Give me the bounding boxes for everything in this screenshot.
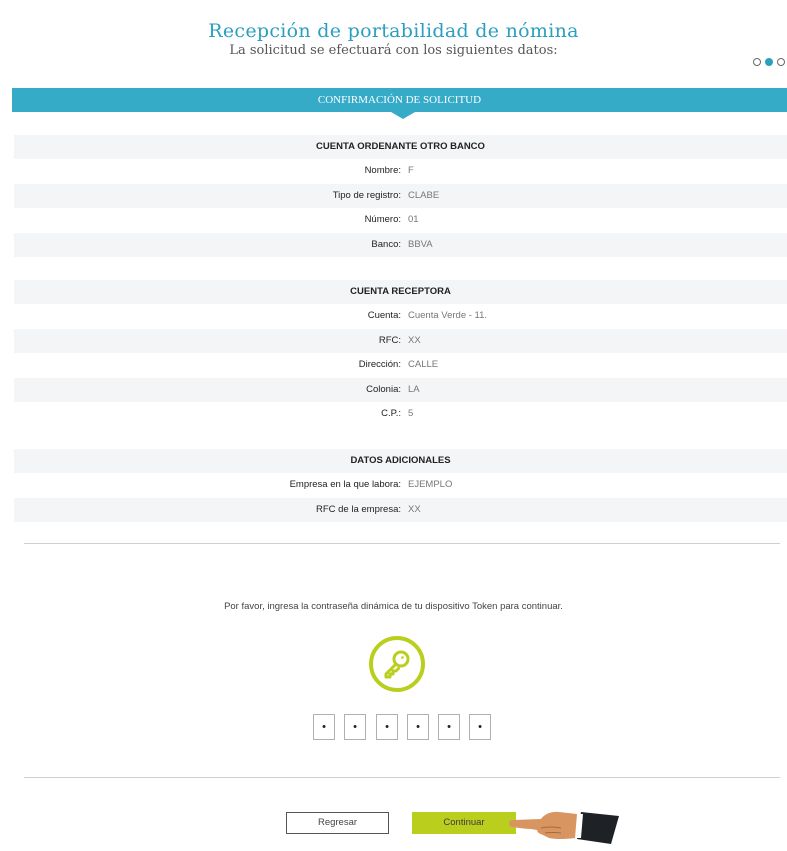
page-subtitle: La solicitud se efectuará con los siguie… (229, 43, 558, 58)
token-digit-5[interactable]: • (438, 714, 460, 740)
field-label: RFC: (378, 335, 401, 346)
field-value: BBVA (408, 239, 433, 250)
continue-button[interactable]: Continuar (412, 812, 516, 834)
field-row-cp: C.P.: 5 (14, 402, 787, 426)
field-value: LA (408, 384, 420, 395)
divider (24, 777, 780, 778)
token-digit-2[interactable]: • (344, 714, 366, 740)
field-label: Empresa en la que labora: (289, 479, 401, 490)
field-row-banco: Banco: BBVA (14, 233, 787, 257)
step-indicator (751, 57, 787, 71)
step-dot-1 (753, 58, 761, 66)
field-value: F (408, 165, 414, 176)
pointing-hand-icon (507, 806, 621, 851)
field-value: Cuenta Verde - 11. (408, 310, 488, 321)
field-label: Banco: (371, 239, 401, 250)
token-digit-1[interactable]: • (313, 714, 335, 740)
token-digit-3[interactable]: • (376, 714, 398, 740)
field-row-colonia: Colonia: LA (14, 378, 787, 402)
field-row-nombre: Nombre: F (14, 159, 787, 183)
field-label: Cuenta: (367, 310, 401, 321)
field-label: C.P.: (381, 408, 401, 419)
field-row-cuenta: Cuenta: Cuenta Verde - 11. (14, 304, 787, 328)
field-label: Dirección: (358, 359, 401, 370)
section-header-receptora: CUENTA RECEPTORA (14, 280, 787, 304)
field-label: Tipo de registro: (332, 190, 401, 201)
field-label: Colonia: (366, 384, 401, 395)
field-value: XX (408, 335, 421, 346)
section-header-ordenante: CUENTA ORDENANTE OTRO BANCO (14, 135, 787, 159)
field-row-rfc: RFC: XX (14, 329, 787, 353)
banner-arrow (391, 112, 415, 119)
token-prompt: Por favor, ingresa la contraseña dinámic… (224, 601, 563, 612)
field-label: Nombre: (364, 165, 401, 176)
field-label: RFC de la empresa: (315, 504, 401, 515)
field-value: CLABE (408, 190, 440, 201)
section-header-adicionales: DATOS ADICIONALES (14, 449, 787, 473)
field-value: EJEMPLO (408, 479, 453, 490)
page-title: Recepción de portabilidad de nómina (208, 20, 579, 42)
divider (24, 543, 780, 544)
field-row-empresa: Empresa en la que labora: EJEMPLO (14, 473, 787, 497)
field-value: XX (408, 504, 421, 515)
step-dot-2-active (765, 58, 773, 66)
field-value: 01 (408, 214, 419, 225)
field-row-tipo-registro: Tipo de registro: CLABE (14, 184, 787, 208)
back-button[interactable]: Regresar (286, 812, 389, 834)
token-badge (369, 636, 425, 692)
page-header: Recepción de portabilidad de nómina La s… (0, 20, 787, 59)
token-digit-6[interactable]: • (469, 714, 491, 740)
field-value: CALLE (408, 359, 439, 370)
token-digit-4[interactable]: • (407, 714, 429, 740)
confirmation-banner: CONFIRMACIÓN DE SOLICITUD (12, 88, 787, 112)
step-dot-3 (777, 58, 785, 66)
field-row-numero: Número: 01 (14, 208, 787, 232)
field-row-rfc-empresa: RFC de la empresa: XX (14, 498, 787, 522)
field-value: 5 (408, 408, 414, 419)
field-row-direccion: Dirección: CALLE (14, 353, 787, 377)
field-label: Número: (364, 214, 401, 225)
